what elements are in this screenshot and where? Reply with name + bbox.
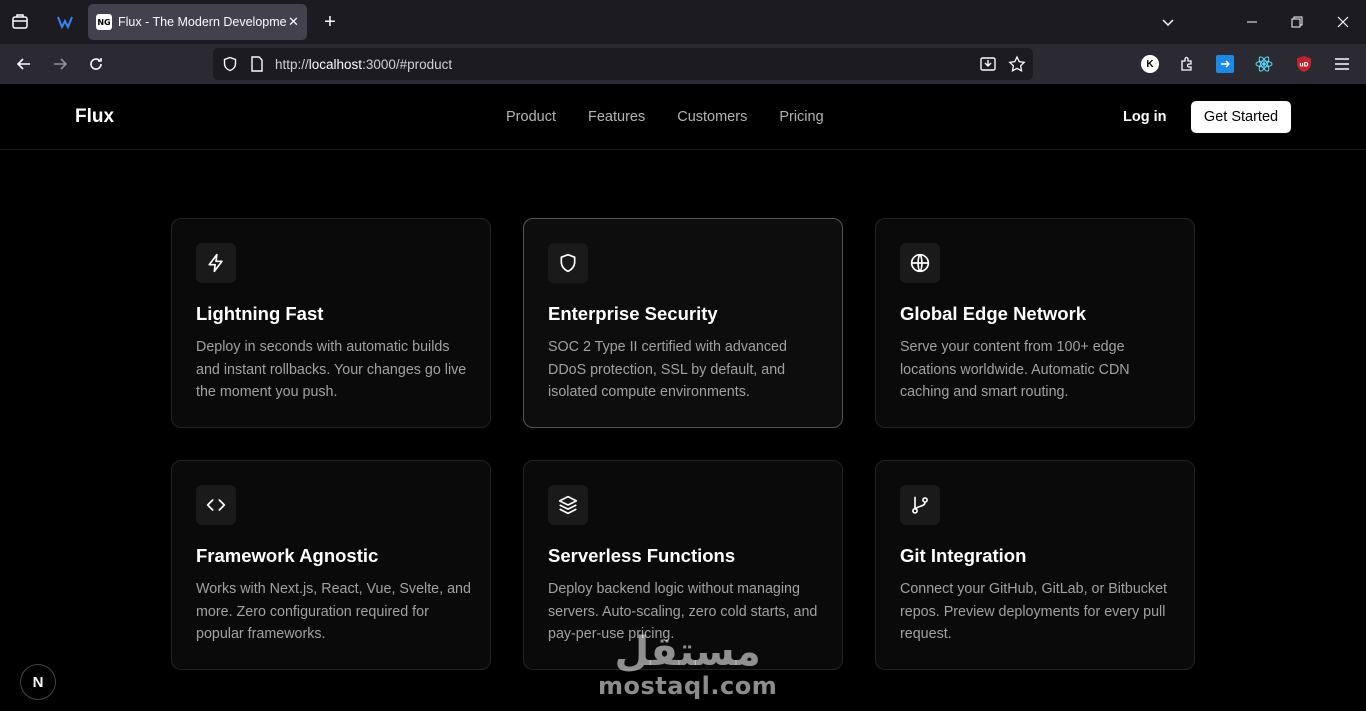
active-tab[interactable]: NG Flux - The Modern Development Platfor…	[88, 4, 307, 40]
page-info-icon[interactable]	[248, 55, 266, 73]
watermark: مستقل mostaql.com	[598, 632, 777, 700]
browser-chrome: NG Flux - The Modern Development Platfor…	[0, 0, 1366, 84]
translate-extension-icon[interactable]	[1216, 55, 1234, 73]
back-icon[interactable]	[14, 54, 34, 74]
brand-logo[interactable]: Flux	[75, 106, 114, 128]
close-window-icon[interactable]	[1333, 12, 1353, 32]
save-to-device-icon[interactable]	[979, 55, 997, 73]
tab-list-chevron-icon[interactable]	[1158, 12, 1178, 32]
tab-favicon: NG	[96, 14, 112, 30]
feature-title: Lightning Fast	[196, 303, 324, 324]
react-devtools-icon[interactable]	[1254, 54, 1274, 74]
git-branch-icon	[900, 485, 940, 525]
minimize-icon[interactable]	[1242, 12, 1262, 32]
site-page: Flux Product Features Customers Pricing …	[0, 84, 1366, 711]
feature-title: Serverless Functions	[548, 545, 736, 566]
forward-icon[interactable]	[50, 54, 70, 74]
feature-card-enterprise-security: Enterprise Security SOC 2 Type II certif…	[523, 218, 843, 428]
shield-tracking-icon[interactable]	[221, 55, 239, 73]
extensions-puzzle-icon[interactable]	[1177, 54, 1197, 74]
layers-icon	[548, 485, 588, 525]
tab-bar: NG Flux - The Modern Development Platfor…	[0, 0, 1366, 44]
tab-close-icon[interactable]: ✕	[288, 14, 299, 30]
feature-description: Connect your GitHub, GitLab, or Bitbucke…	[900, 581, 1168, 643]
feature-title: Global Edge Network	[900, 303, 1087, 324]
feature-title: Framework Agnostic	[196, 545, 379, 566]
new-tab-icon[interactable]: +	[320, 11, 340, 33]
nav-features[interactable]: Features	[588, 109, 645, 125]
feature-card-framework-agnostic: Framework Agnostic Works with Next.js, R…	[171, 460, 491, 670]
feature-card-git-integration: Git Integration Connect your GitHub, Git…	[875, 460, 1195, 670]
feature-title: Git Integration	[900, 545, 1027, 566]
feature-card-global-edge-network: Global Edge Network Serve your content f…	[875, 218, 1195, 428]
nav-product[interactable]: Product	[506, 109, 556, 125]
feature-description: Works with Next.js, React, Vue, Svelte, …	[196, 581, 471, 643]
url-bar[interactable]: http://localhost:3000/#product	[213, 48, 1033, 80]
reload-icon[interactable]	[86, 54, 106, 74]
bookmark-star-icon[interactable]	[1008, 55, 1026, 73]
code-icon	[196, 485, 236, 525]
login-link[interactable]: Log in	[1123, 109, 1167, 125]
nav-toolbar: http://localhost:3000/#product K uD	[0, 44, 1366, 84]
app-menu-icon[interactable]	[1332, 54, 1352, 74]
lightning-icon	[196, 243, 236, 283]
main-nav: Product Features Customers Pricing	[506, 109, 824, 125]
pinned-tab-icon[interactable]	[55, 12, 75, 32]
tab-title: Flux - The Modern Development Platform	[118, 15, 286, 29]
feature-card-lightning-fast: Lightning Fast Deploy in seconds with au…	[171, 218, 491, 428]
ublock-icon[interactable]: uD	[1294, 54, 1314, 74]
nextjs-dev-badge[interactable]: N	[20, 664, 56, 700]
watermark-latin: mostaql.com	[598, 672, 778, 700]
shield-icon	[548, 243, 588, 283]
nav-customers[interactable]: Customers	[677, 109, 747, 125]
feature-description: SOC 2 Type II certified with advanced DD…	[548, 339, 787, 401]
nav-pricing[interactable]: Pricing	[779, 109, 823, 125]
watermark-arabic: مستقل	[614, 629, 761, 675]
restore-icon[interactable]	[1287, 12, 1307, 32]
k-extension-icon[interactable]: K	[1141, 55, 1159, 73]
tab-manager-icon[interactable]	[10, 12, 30, 32]
url-text: http://localhost:3000/#product	[275, 57, 453, 72]
feature-title: Enterprise Security	[548, 303, 718, 324]
feature-description: Deploy in seconds with automatic builds …	[196, 339, 467, 401]
get-started-button[interactable]: Get Started	[1191, 101, 1291, 133]
ublock-label: uD	[1299, 62, 1308, 69]
globe-icon	[900, 243, 940, 283]
feature-description: Serve your content from 100+ edge locati…	[900, 339, 1130, 401]
site-header: Flux Product Features Customers Pricing …	[0, 84, 1366, 150]
